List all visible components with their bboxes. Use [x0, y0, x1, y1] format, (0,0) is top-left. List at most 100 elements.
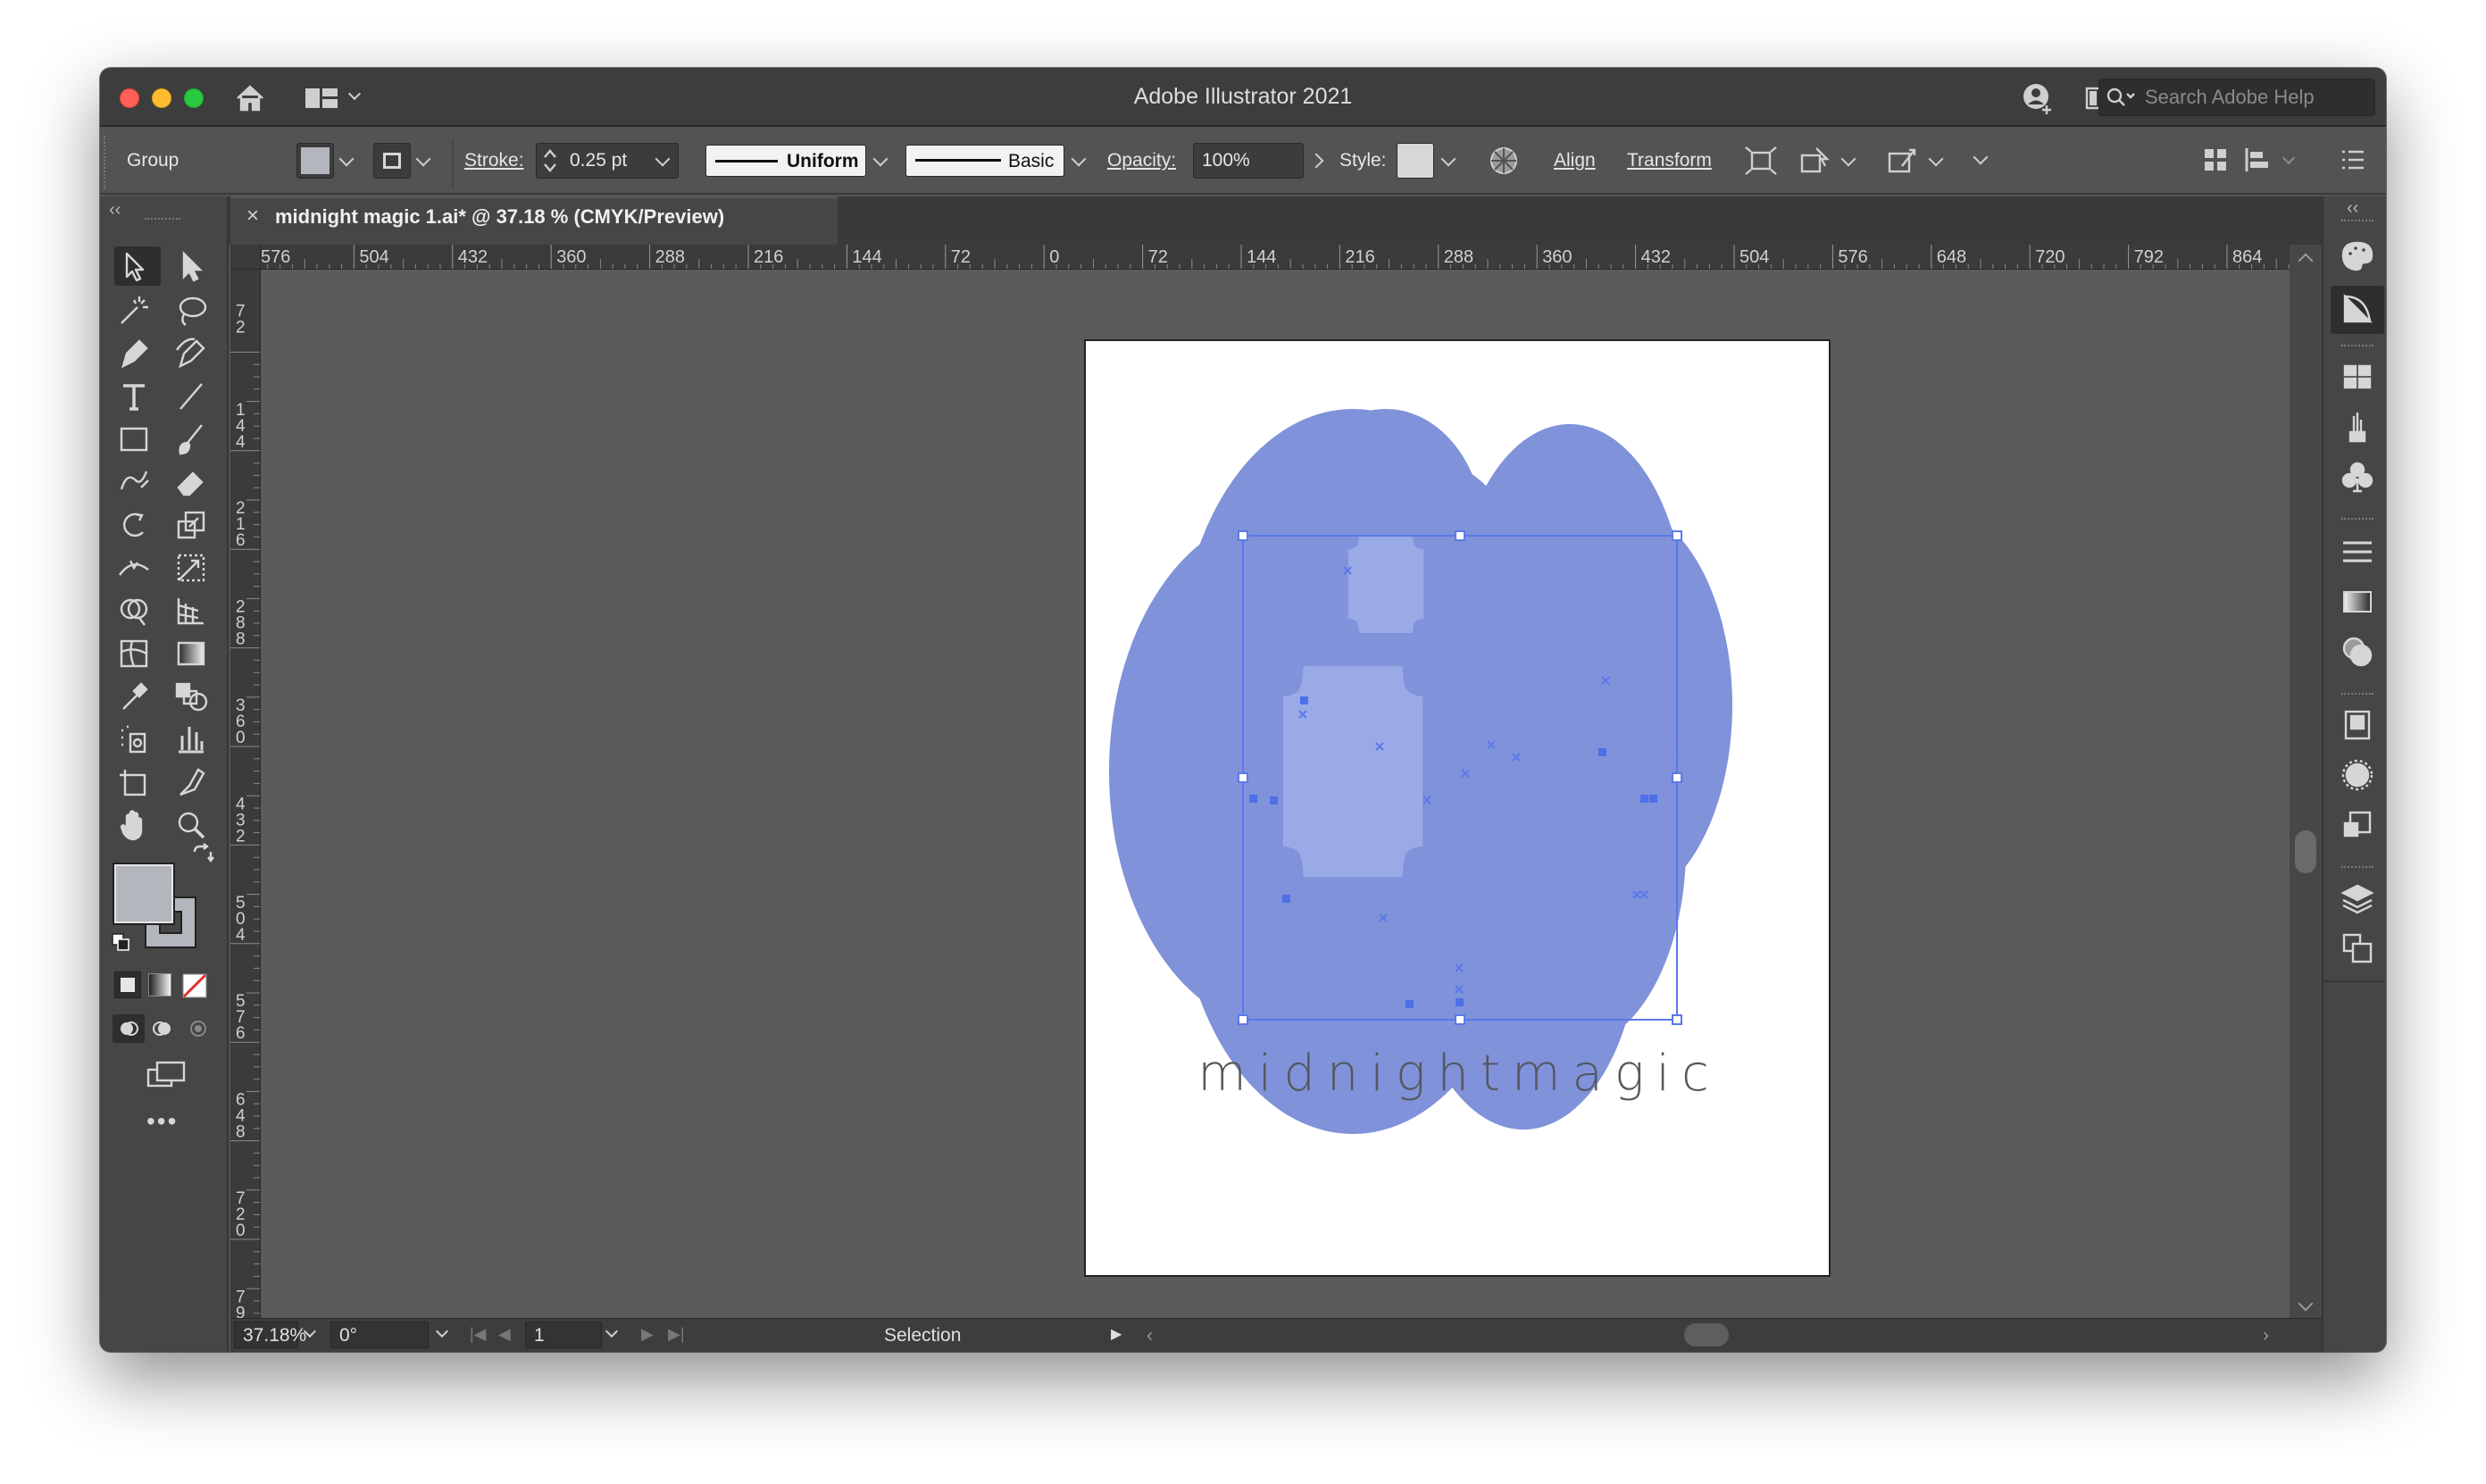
scroll-up-icon[interactable] [2298, 253, 2314, 269]
color-guide-panel-icon[interactable] [2340, 291, 2375, 327]
distribute-icon[interactable] [2241, 145, 2277, 175]
pen-tool-icon[interactable] [114, 334, 161, 373]
rectangle-tool-icon[interactable] [114, 420, 161, 459]
account-icon[interactable] [2020, 80, 2056, 116]
ruler-origin[interactable] [230, 245, 261, 270]
handle-bottom-right[interactable] [1672, 1014, 1682, 1025]
appearance-panel-icon[interactable] [2340, 707, 2375, 743]
scale-tool-icon[interactable] [171, 505, 218, 545]
curvature-tool-icon[interactable] [171, 334, 218, 373]
swatches-panel-icon[interactable] [2340, 359, 2375, 395]
gradient-mode-icon[interactable] [148, 973, 171, 996]
align-button[interactable]: Align [1554, 150, 1596, 171]
align-grid-icon[interactable] [2202, 146, 2229, 173]
shaper-tool-icon[interactable] [114, 463, 161, 502]
expand-panels-icon[interactable]: ‹‹ [2347, 198, 2358, 219]
default-fill-stroke-icon[interactable] [111, 932, 130, 952]
draw-behind-icon[interactable] [152, 1018, 173, 1039]
canvas-area[interactable]: midnightmagic [261, 270, 2290, 1318]
panel-menu-icon[interactable] [2340, 148, 2366, 171]
fill-color-swatch[interactable] [296, 143, 334, 179]
draw-normal-button[interactable] [113, 1014, 145, 1043]
transform-button[interactable]: Transform [1627, 150, 1712, 171]
isolate-group-icon[interactable] [1797, 143, 1832, 179]
artboard[interactable]: midnightmagic [1084, 339, 1831, 1277]
scroll-right-icon[interactable]: › [2263, 1325, 2269, 1346]
stepper-icon[interactable] [541, 146, 559, 175]
lasso-tool-icon[interactable] [171, 291, 218, 330]
handle-bottom-center[interactable] [1455, 1014, 1465, 1025]
handle-bottom-left[interactable] [1238, 1014, 1248, 1025]
layers-panel-icon[interactable] [2340, 880, 2375, 916]
handle-top-center[interactable] [1455, 530, 1465, 541]
last-artboard-icon[interactable]: ▶| [668, 1325, 685, 1344]
artboards-panel-icon[interactable] [2340, 930, 2375, 966]
sparkle-lower[interactable] [1477, 768, 1570, 929]
vertical-ruler[interactable]: 72144216288360432504576648720792864 [230, 270, 261, 1318]
symbols-panel-icon[interactable] [2340, 459, 2375, 495]
edit-toolbar-icon[interactable]: ••• [146, 1107, 178, 1136]
scroll-down-icon[interactable] [2298, 1296, 2314, 1312]
brushes-panel-icon[interactable] [2340, 409, 2375, 445]
perspective-grid-tool-icon[interactable] [171, 591, 218, 630]
gradient-panel-icon[interactable] [2340, 584, 2375, 620]
status-menu-icon[interactable]: ▶ [1111, 1325, 1122, 1343]
zoom-tool-icon[interactable] [171, 805, 218, 845]
mesh-tool-icon[interactable] [114, 634, 161, 673]
rotate-tool-icon[interactable] [114, 505, 161, 545]
close-tab-icon[interactable]: × [246, 204, 259, 229]
stroke-label[interactable]: Stroke: [464, 150, 524, 171]
column-graph-tool-icon[interactable] [171, 720, 218, 759]
eyedropper-tool-icon[interactable] [114, 677, 161, 716]
handle-top-right[interactable] [1672, 530, 1682, 541]
graphic-styles-panel-icon[interactable] [2340, 757, 2375, 793]
magic-wand-tool-icon[interactable] [114, 291, 161, 330]
vertical-scroll-thumb[interactable] [2295, 830, 2316, 873]
dock-grip[interactable] [2341, 518, 2373, 521]
selection-tool-icon[interactable] [114, 246, 161, 286]
swap-fill-stroke-icon[interactable] [189, 843, 216, 870]
brush-definition[interactable]: Basic [905, 145, 1064, 177]
next-artboard-icon[interactable]: ▶ [641, 1325, 654, 1344]
color-panel-icon[interactable] [2340, 238, 2375, 273]
stroke-color-swatch[interactable] [373, 143, 411, 179]
opacity-label[interactable]: Opacity: [1107, 150, 1176, 171]
gradient-tool-icon[interactable] [171, 634, 218, 673]
swap-fill-stroke-icon[interactable] [111, 839, 134, 859]
graphic-style-swatch[interactable] [1397, 143, 1434, 179]
transparency-panel-icon[interactable] [2340, 634, 2375, 670]
recolor-artwork-icon[interactable] [1488, 145, 1520, 177]
stroke-panel-icon[interactable] [2340, 534, 2375, 570]
artboard-tool-icon[interactable] [114, 763, 161, 802]
dock-grip[interactable] [2341, 220, 2373, 223]
toolbar-grip[interactable] [145, 218, 180, 221]
artwork-wordmark[interactable]: midnightmagic [1086, 1045, 1832, 1103]
vertical-scrollbar[interactable] [2290, 245, 2322, 1318]
free-transform-tool-icon[interactable] [171, 548, 218, 588]
width-tool-icon[interactable] [114, 548, 161, 588]
collapse-toolbar-icon[interactable]: ‹‹ [109, 200, 121, 221]
dock-grip[interactable] [2341, 345, 2373, 348]
draw-inside-icon[interactable] [188, 1018, 209, 1039]
type-tool-icon[interactable] [114, 377, 161, 416]
control-bar-grip[interactable] [104, 136, 107, 189]
change-screen-mode-icon[interactable] [145, 1059, 188, 1091]
eraser-tool-icon[interactable] [171, 463, 218, 502]
artwork-group[interactable] [1086, 341, 1832, 1279]
previous-artboard-icon[interactable]: ◀ [498, 1325, 511, 1344]
horizontal-scroll-thumb[interactable] [1684, 1323, 1729, 1346]
direct-selection-tool-icon[interactable] [171, 246, 218, 286]
shape-builder-tool-icon[interactable] [114, 591, 161, 630]
handle-middle-right[interactable] [1672, 772, 1682, 783]
puppet-warp-icon[interactable] [1884, 143, 1920, 179]
color-mode-button[interactable] [114, 971, 141, 998]
line-segment-tool-icon[interactable] [171, 377, 218, 416]
handle-middle-left[interactable] [1238, 772, 1248, 783]
variable-width-profile[interactable]: Uniform [705, 145, 866, 177]
slice-tool-icon[interactable] [171, 763, 218, 802]
symbol-sprayer-tool-icon[interactable] [114, 720, 161, 759]
horizontal-ruler[interactable]: 576 504 432 360 288 216 144 72 0 72 144 216 288 360 43… [230, 245, 2290, 270]
asset-export-panel-icon[interactable] [2340, 807, 2375, 843]
dock-grip[interactable] [2341, 866, 2373, 870]
handle-top-left[interactable] [1238, 530, 1248, 541]
